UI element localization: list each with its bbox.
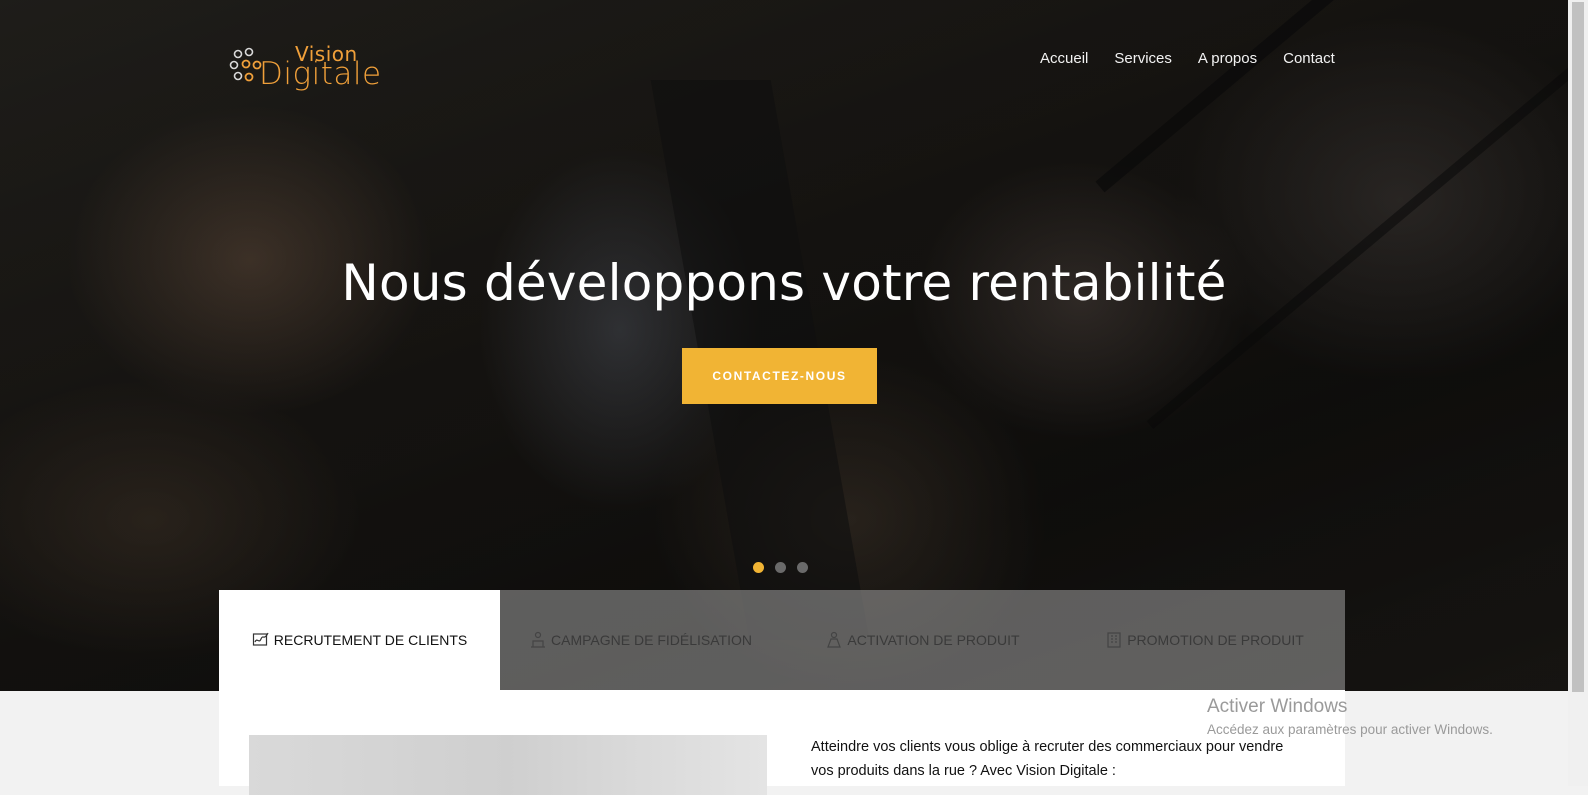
nav-item-services[interactable]: Services [1114, 50, 1172, 67]
tab-label: PROMOTION DE PRODUIT [1127, 632, 1304, 648]
product-icon [827, 631, 842, 648]
scrollbar-thumb[interactable] [1572, 2, 1584, 692]
building-icon [1107, 632, 1121, 648]
hero-section: Vision Digitale Accueil Services A propo… [0, 0, 1568, 691]
services-tabs: RECRUTEMENT DE CLIENTS CAMPAGNE DE FIDÉL… [219, 590, 1345, 690]
signature-icon [252, 632, 269, 646]
tab-label: CAMPAGNE DE FIDÉLISATION [551, 632, 752, 648]
watermark-title: Activer Windows [1207, 696, 1348, 717]
service-description: Atteindre vos clients vous oblige à recr… [811, 739, 1284, 779]
tab-content-panel: Atteindre vos clients vous oblige à recr… [219, 690, 1345, 795]
hero-headline: Nous développons votre rentabilité [341, 254, 1227, 312]
tab-promotion-de-produit[interactable]: PROMOTION DE PRODUIT [1064, 590, 1345, 690]
tab-label: ACTIVATION DE PRODUIT [847, 632, 1020, 648]
tab-activation-de-produit[interactable]: ACTIVATION DE PRODUIT [781, 590, 1064, 690]
slide-dot-1[interactable] [753, 562, 764, 573]
tab-label: RECRUTEMENT DE CLIENTS [273, 632, 468, 648]
page-scrollbar[interactable] [1568, 0, 1588, 786]
brand-name-line2: Digitale [259, 56, 382, 92]
nav-item-a-propos[interactable]: A propos [1198, 50, 1257, 67]
slider-pagination [753, 562, 808, 573]
slide-dot-2[interactable] [775, 562, 786, 573]
tab-recrutement-de-clients[interactable]: RECRUTEMENT DE CLIENTS [219, 590, 500, 690]
tab-campagne-de-fidelisation[interactable]: CAMPAGNE DE FIDÉLISATION [500, 590, 781, 690]
hero-background-stair [1095, 0, 1565, 193]
watermark-subtitle: Accédez aux paramètres pour activer Wind… [1207, 722, 1493, 737]
nav-item-accueil[interactable]: Accueil [1040, 50, 1088, 67]
brand-logo[interactable]: Vision Digitale [229, 42, 419, 94]
contact-cta-button[interactable]: CONTACTEZ-NOUS [682, 348, 877, 404]
slide-dot-3[interactable] [797, 562, 808, 573]
main-nav: Accueil Services A propos Contact [1040, 50, 1361, 67]
nav-item-contact[interactable]: Contact [1283, 50, 1335, 67]
windows-activation-watermark: Activer Windows Accédez aux paramètres p… [1207, 696, 1493, 737]
service-image [249, 735, 767, 795]
team-icon [531, 631, 546, 648]
